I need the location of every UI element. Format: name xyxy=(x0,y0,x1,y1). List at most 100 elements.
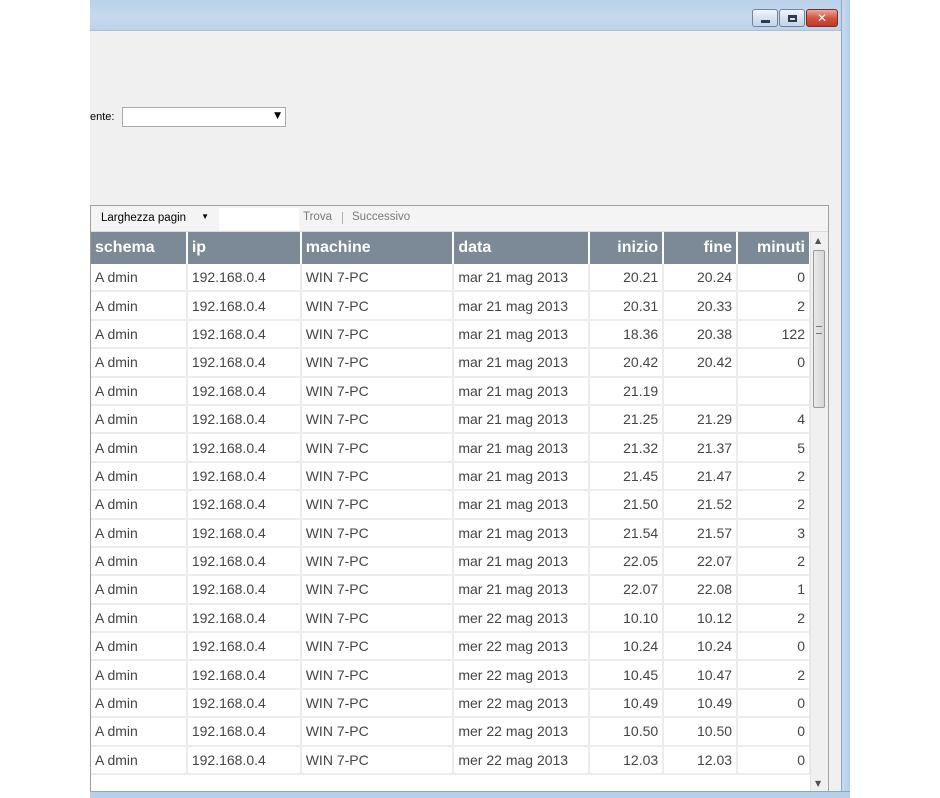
cell-minuti: 0 xyxy=(737,688,811,719)
scrollbar-thumb[interactable] xyxy=(813,250,825,408)
cell-minuti: 122 xyxy=(737,319,811,350)
cell-schema: A dmin xyxy=(91,518,188,548)
chevron-down-icon: ▼ xyxy=(201,212,209,221)
column-header-machine[interactable]: machine xyxy=(300,232,455,264)
cell-ip: 192.168.0.4 xyxy=(186,688,302,719)
cell-data: mer 22 mag 2013 xyxy=(453,717,591,747)
cell-fine: 20.42 xyxy=(663,348,739,378)
cell-data: mar 21 mag 2013 xyxy=(453,546,591,577)
cell-minuti: 1 xyxy=(737,575,811,605)
cell-schema: A dmin xyxy=(91,688,188,719)
cell-ip: 192.168.0.4 xyxy=(186,717,302,747)
cell-schema: A dmin xyxy=(91,490,188,520)
cell-fine: 20.38 xyxy=(663,319,739,350)
cell-data: mar 21 mag 2013 xyxy=(453,319,591,350)
vertical-scrollbar[interactable]: ▲ ▼ xyxy=(810,232,828,792)
table-row: A dmin 192.168.0.4 WIN 7-PC mer 22 mag 2013… xyxy=(91,632,811,662)
cell-minuti: 2 xyxy=(737,490,811,520)
close-button[interactable]: ✕ xyxy=(806,9,838,27)
cell-inizio: 12.03 xyxy=(589,745,665,776)
column-header-minuti[interactable]: minuti xyxy=(737,232,811,264)
window-border-right xyxy=(841,0,850,798)
cell-minuti: 0 xyxy=(737,717,811,747)
find-link[interactable]: Trova xyxy=(303,211,332,223)
report-toolbar: Larghezza pagin ▼ Trova Successivo xyxy=(91,206,828,232)
cell-data: mer 22 mag 2013 xyxy=(453,688,591,719)
cell-fine: 22.07 xyxy=(663,546,739,577)
column-header-inizio[interactable]: inizio xyxy=(589,232,665,264)
cell-minuti: 4 xyxy=(737,404,811,435)
cell-ip: 192.168.0.4 xyxy=(186,518,302,548)
cell-fine: 22.08 xyxy=(663,575,739,605)
find-input[interactable] xyxy=(219,208,299,230)
scroll-up-icon[interactable]: ▲ xyxy=(815,236,821,245)
table-row: A dmin 192.168.0.4 WIN 7-PC mar 21 mag 2013… xyxy=(91,348,811,378)
report-viewer: Larghezza pagin ▼ Trova Successivo schem… xyxy=(90,205,829,792)
cell-minuti: 2 xyxy=(737,546,811,577)
cell-data: mar 21 mag 2013 xyxy=(453,404,591,435)
table-row: A dmin 192.168.0.4 WIN 7-PC mar 21 mag 2013… xyxy=(91,319,811,350)
cell-fine: 21.47 xyxy=(663,461,739,492)
cell-ip: 192.168.0.4 xyxy=(186,575,302,605)
cell-inizio: 10.24 xyxy=(589,632,665,662)
cell-ip: 192.168.0.4 xyxy=(186,264,302,293)
cell-minuti xyxy=(737,376,811,406)
maximize-icon xyxy=(787,14,797,22)
table-row: A dmin 192.168.0.4 WIN 7-PC mer 22 mag 2013… xyxy=(91,688,811,719)
column-header-ip[interactable]: ip xyxy=(186,232,302,264)
cell-schema: A dmin xyxy=(91,376,188,406)
cell-inizio: 21.25 xyxy=(589,404,665,435)
cell-schema: A dmin xyxy=(91,546,188,577)
cell-schema: A dmin xyxy=(91,264,188,293)
cell-minuti: 0 xyxy=(737,632,811,662)
column-header-fine[interactable]: fine xyxy=(663,232,739,264)
zoom-dropdown[interactable]: Larghezza pagin ▼ xyxy=(93,208,217,228)
scroll-down-icon[interactable]: ▼ xyxy=(815,779,821,788)
table-row: A dmin 192.168.0.4 WIN 7-PC mar 21 mag 2013… xyxy=(91,404,811,435)
cell-inizio: 20.42 xyxy=(589,348,665,378)
cell-fine: 21.29 xyxy=(663,404,739,435)
cell-data: mar 21 mag 2013 xyxy=(453,461,591,492)
cell-ip: 192.168.0.4 xyxy=(186,319,302,350)
cell-minuti: 2 xyxy=(737,603,811,634)
cell-ip: 192.168.0.4 xyxy=(186,745,302,776)
cell-inizio: 10.45 xyxy=(589,660,665,690)
cell-ip: 192.168.0.4 xyxy=(186,490,302,520)
cell-data: mer 22 mag 2013 xyxy=(453,745,591,776)
cell-ip: 192.168.0.4 xyxy=(186,660,302,690)
cell-inizio: 10.50 xyxy=(589,717,665,747)
report-table-container: schema ip machine data inizio fine minuti A dm… xyxy=(91,232,811,792)
minimize-button[interactable] xyxy=(752,9,778,27)
cell-inizio: 21.32 xyxy=(589,433,665,463)
client-area: ente: ▼ Larghezza pagin ▼ Trova Successi… xyxy=(90,31,842,792)
column-header-data[interactable]: data xyxy=(453,232,591,264)
column-header-schema[interactable]: schema xyxy=(91,232,188,264)
cell-data: mar 21 mag 2013 xyxy=(453,291,591,321)
table-row: A dmin 192.168.0.4 WIN 7-PC mar 21 mag 2013… xyxy=(91,433,811,463)
maximize-button[interactable] xyxy=(779,9,805,27)
filter-dropdown[interactable]: ▼ xyxy=(122,107,286,127)
table-body: A dmin 192.168.0.4 WIN 7-PC mar 21 mag 2013… xyxy=(91,264,811,776)
cell-data: mar 21 mag 2013 xyxy=(453,433,591,463)
cell-inizio: 22.07 xyxy=(589,575,665,605)
cell-machine: WIN 7-PC xyxy=(300,603,455,634)
table-row: A dmin 192.168.0.4 WIN 7-PC mar 21 mag 2013… xyxy=(91,575,811,605)
cell-fine xyxy=(663,376,739,406)
cell-fine: 10.24 xyxy=(663,632,739,662)
cell-minuti: 2 xyxy=(737,461,811,492)
cell-machine: WIN 7-PC xyxy=(300,348,455,378)
table-row: A dmin 192.168.0.4 WIN 7-PC mar 21 mag 2013… xyxy=(91,461,811,492)
find-next-link[interactable]: Successivo xyxy=(352,211,410,223)
cell-ip: 192.168.0.4 xyxy=(186,603,302,634)
cell-inizio: 22.05 xyxy=(589,546,665,577)
cell-inizio: 10.10 xyxy=(589,603,665,634)
cell-data: mar 21 mag 2013 xyxy=(453,348,591,378)
cell-minuti: 0 xyxy=(737,745,811,776)
table-header-row: schema ip machine data inizio fine minuti xyxy=(91,232,811,264)
table-row: A dmin 192.168.0.4 WIN 7-PC mer 22 mag 2013… xyxy=(91,745,811,776)
cell-schema: A dmin xyxy=(91,603,188,634)
cell-schema: A dmin xyxy=(91,632,188,662)
title-bar[interactable]: ✕ xyxy=(90,0,850,31)
cell-schema: A dmin xyxy=(91,461,188,492)
cell-fine: 10.47 xyxy=(663,660,739,690)
